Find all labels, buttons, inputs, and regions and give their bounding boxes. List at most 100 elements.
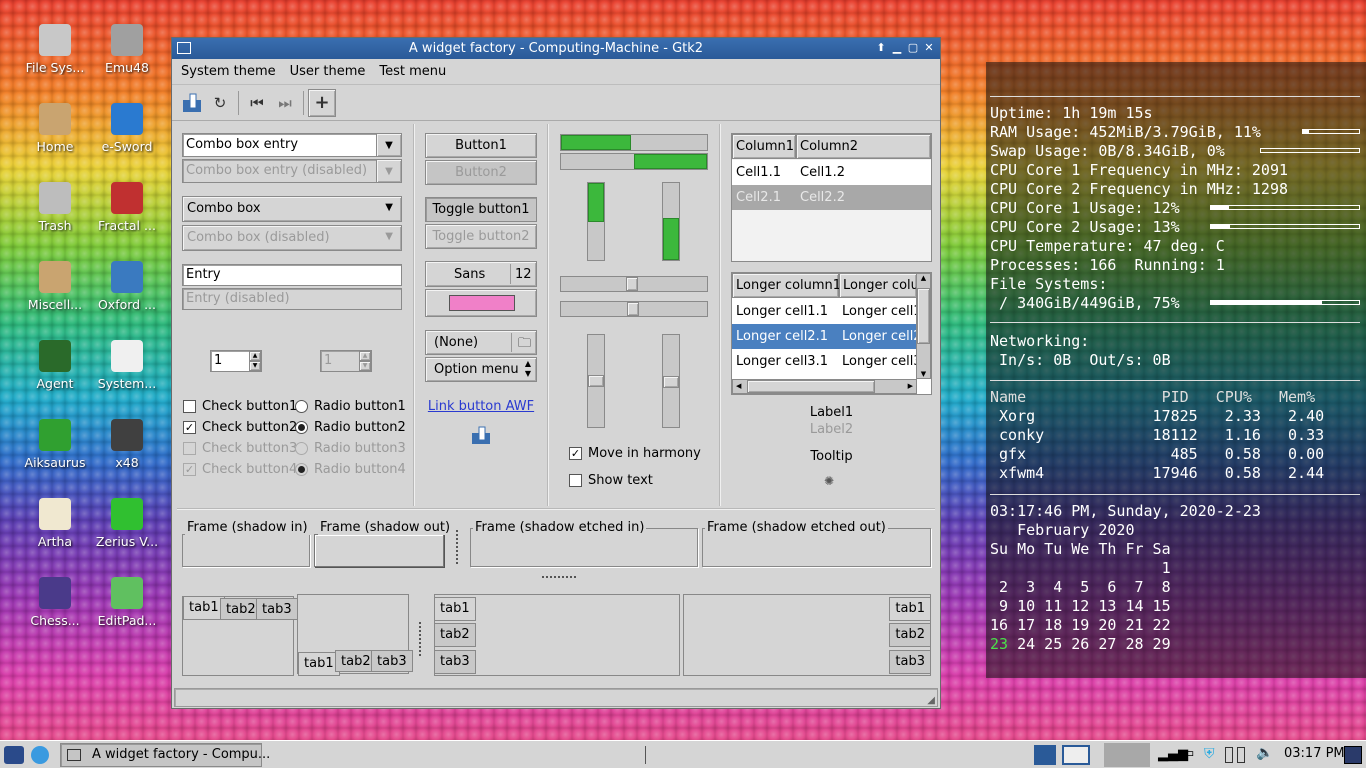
desktop-icon[interactable]: System...: [90, 340, 164, 391]
go-first-icon[interactable]: ⏮: [243, 89, 271, 117]
scroll-left-icon[interactable]: ◀: [736, 380, 741, 393]
tab-tab1[interactable]: tab1: [298, 652, 340, 676]
option-menu[interactable]: Option menu ▲ ▼: [425, 357, 537, 382]
spin-up-icon[interactable]: ▲: [249, 351, 261, 361]
desktop-icon[interactable]: Emu48: [90, 24, 164, 75]
table-row[interactable]: Cell1.1 Cell1.2: [732, 160, 931, 185]
spin-button[interactable]: 1 ▲ ▼: [210, 350, 262, 372]
desktop-icon[interactable]: Home: [18, 103, 92, 154]
menu-system-theme[interactable]: System theme: [181, 64, 276, 79]
scroll-right-icon[interactable]: ▶: [908, 380, 913, 393]
tab-tab1[interactable]: tab1: [889, 597, 931, 621]
battery-icon[interactable]: ▭: [1182, 746, 1194, 761]
tab-tab3[interactable]: tab3: [371, 650, 413, 672]
tab-tab2[interactable]: tab2: [889, 623, 931, 647]
column2-header[interactable]: Column2: [796, 134, 931, 159]
scroll-thumb[interactable]: [917, 288, 930, 344]
pager-icon[interactable]: [1225, 747, 1233, 763]
taskbar-task-widget-factory[interactable]: A widget factory - Compu...: [60, 743, 270, 767]
table-row-selected[interactable]: Longer cell2.1 Longer cell2: [732, 324, 922, 349]
combo-box-entry[interactable]: Combo box entry ▼: [182, 133, 402, 157]
tab-tab1[interactable]: tab1: [183, 596, 225, 620]
file-chooser-button[interactable]: (None) 🗀: [425, 330, 537, 355]
desktop-icon[interactable]: Chess...: [18, 577, 92, 628]
radio-button2[interactable]: Radio button2: [295, 417, 406, 438]
table-row-selected[interactable]: Cell2.1 Cell2.2: [732, 185, 931, 210]
pane-handle[interactable]: [456, 530, 459, 564]
scroll-thumb[interactable]: [747, 380, 875, 393]
shield-icon[interactable]: ⛨: [1204, 746, 1215, 762]
entry-field[interactable]: Entry: [182, 264, 402, 286]
window-menu-icon[interactable]: [177, 42, 191, 54]
desktop-icon[interactable]: Aiksaurus: [18, 419, 92, 470]
slider-handle[interactable]: [588, 375, 604, 387]
slider-handle[interactable]: [626, 277, 638, 291]
maximize-icon[interactable]: ▢: [906, 41, 920, 55]
desktop-icon[interactable]: Trash: [18, 182, 92, 233]
desktop-icon[interactable]: x48: [90, 419, 164, 470]
link-button[interactable]: Link button AWF: [425, 399, 537, 414]
minimize-icon[interactable]: ▁: [890, 41, 904, 55]
awf-logo-icon[interactable]: [178, 89, 206, 117]
scroll-up-icon[interactable]: ▲: [917, 274, 930, 282]
workspace-1-icon[interactable]: [1034, 745, 1056, 765]
desktop-icon[interactable]: Artha: [18, 498, 92, 549]
horizontal-scrollbar[interactable]: ◀ ▶: [732, 379, 917, 394]
vscale-2[interactable]: [662, 334, 680, 428]
column1-header[interactable]: Column1: [732, 134, 796, 159]
check-button2[interactable]: ✓ Check button2: [183, 417, 297, 438]
toggle-button1[interactable]: Toggle button1: [425, 197, 537, 222]
resize-grip-icon[interactable]: ◢: [927, 695, 935, 706]
app-menu-icon[interactable]: [4, 746, 24, 764]
vscale-1[interactable]: [587, 334, 605, 428]
pager-icon[interactable]: [1237, 747, 1245, 763]
tooltip-label[interactable]: Tooltip: [731, 449, 932, 464]
desktop-icon[interactable]: EditPad...: [90, 577, 164, 628]
slider-handle[interactable]: [663, 376, 679, 388]
move-in-harmony-check[interactable]: ✓ Move in harmony: [569, 446, 701, 461]
radio-button1[interactable]: Radio button1: [295, 396, 406, 417]
workspace-3-icon[interactable]: [1104, 743, 1150, 767]
tab-tab3[interactable]: tab3: [434, 650, 476, 674]
color-button[interactable]: [425, 289, 537, 317]
slider-handle[interactable]: [627, 302, 639, 316]
chevron-down-icon[interactable]: ▼: [376, 133, 402, 157]
table-row[interactable]: Longer cell1.1 Longer cell1: [732, 299, 922, 324]
shade-icon[interactable]: ⬆: [874, 41, 888, 55]
show-text-check[interactable]: Show text: [569, 473, 653, 488]
pane-handle[interactable]: [542, 576, 576, 579]
tab-tab1[interactable]: tab1: [434, 597, 476, 621]
hscale-1[interactable]: [560, 276, 708, 292]
menu-user-theme[interactable]: User theme: [290, 64, 366, 79]
tab-tab3[interactable]: tab3: [256, 598, 298, 620]
button1[interactable]: Button1: [425, 133, 537, 158]
close-icon[interactable]: ✕: [922, 41, 936, 55]
go-last-icon[interactable]: ⏭: [271, 89, 299, 117]
desktop-icon[interactable]: Zerius V...: [90, 498, 164, 549]
font-button[interactable]: Sans 12: [425, 261, 537, 287]
tab-tab2[interactable]: tab2: [434, 623, 476, 647]
spin-down-icon[interactable]: ▼: [249, 361, 261, 371]
combo-box[interactable]: Combo box ▼: [182, 196, 402, 222]
browser-icon[interactable]: [31, 746, 49, 764]
vertical-scrollbar[interactable]: ▲ ▼: [916, 273, 931, 379]
tab-tab3[interactable]: tab3: [889, 650, 931, 674]
desktop-icon[interactable]: Miscell...: [18, 261, 92, 312]
desktop-icon[interactable]: Oxford ...: [90, 261, 164, 312]
widget-factory-window[interactable]: A widget factory - Computing-Machine - G…: [171, 37, 941, 709]
refresh-icon[interactable]: ↻: [206, 89, 234, 117]
title-bar[interactable]: A widget factory - Computing-Machine - G…: [172, 38, 940, 59]
tree-view-2[interactable]: Longer column1 Longer colu Longer cell1.…: [731, 272, 932, 395]
longer-column2-header[interactable]: Longer colu: [839, 273, 917, 298]
clock[interactable]: 03:17 PM: [1284, 746, 1345, 761]
workspace-2-icon[interactable]: [1062, 745, 1090, 765]
add-icon[interactable]: +: [308, 88, 336, 117]
longer-column1-header[interactable]: Longer column1: [732, 273, 841, 298]
volume-icon[interactable]: 🔈: [1256, 745, 1273, 761]
table-row[interactable]: Longer cell3.1 Longer cell3: [732, 349, 922, 374]
hscale-2[interactable]: [560, 301, 708, 317]
menu-test[interactable]: Test menu: [379, 64, 446, 79]
check-button1[interactable]: Check button1: [183, 396, 297, 417]
desktop-icon[interactable]: Agent: [18, 340, 92, 391]
tree-view-1[interactable]: Column1 Column2 Cell1.1 Cell1.2 Cell2.1 Ce…: [731, 133, 932, 262]
